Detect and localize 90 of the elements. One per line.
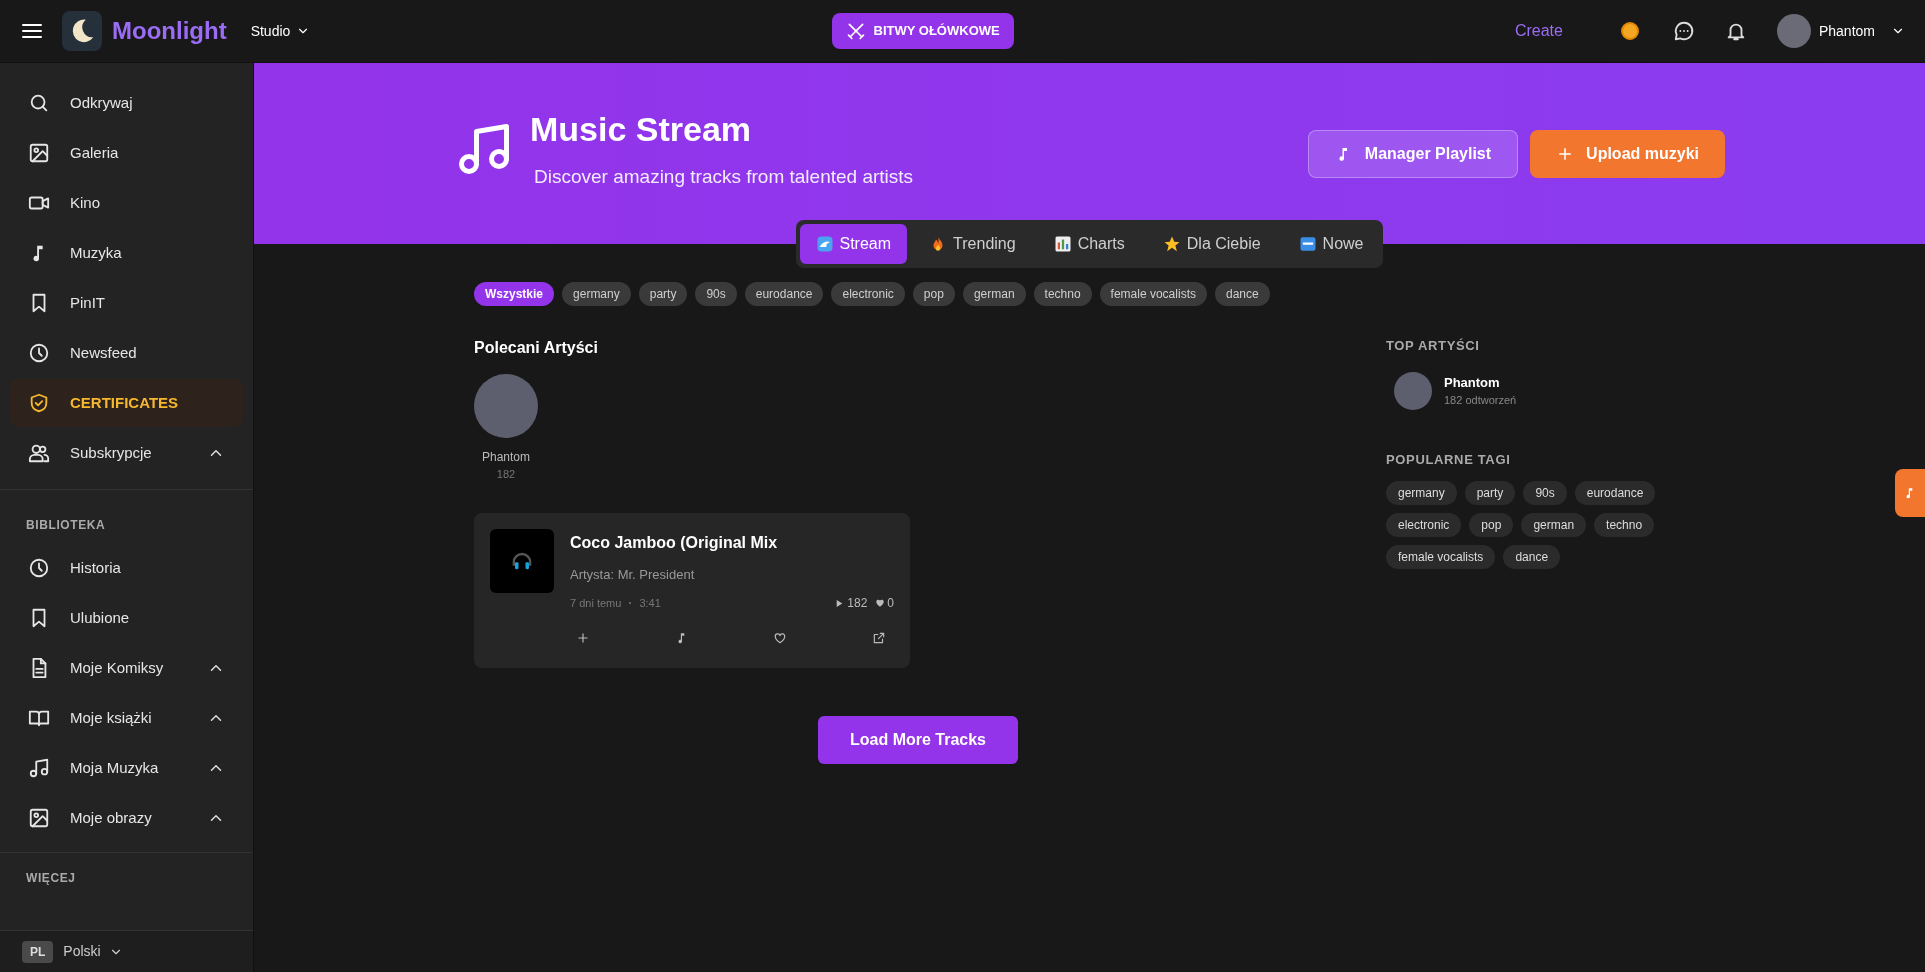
section-heading: BIBLIOTEKA <box>26 518 106 532</box>
crossed-swords-icon <box>845 21 866 41</box>
external-link-icon <box>871 631 886 645</box>
clock-icon <box>28 342 50 364</box>
filter-chip[interactable]: 90s <box>695 282 737 306</box>
sidebar-item[interactable]: Moje książki <box>10 694 243 742</box>
studio-menu[interactable]: Studio <box>250 20 311 42</box>
sidebar-item[interactable]: Moje Komiksy <box>10 644 243 692</box>
load-more-button[interactable]: Load More Tracks <box>817 716 1018 764</box>
tab[interactable]: Dla Ciebie <box>1146 224 1277 264</box>
language-code: PL <box>22 940 54 963</box>
sidebar-item[interactable]: PinIT <box>10 279 243 327</box>
filter-chip[interactable]: Wszystkie <box>474 282 555 306</box>
plus-icon <box>576 631 590 645</box>
sidebar-item[interactable]: Odkrywaj <box>10 79 243 127</box>
sidebar-item[interactable]: Ulubione <box>10 594 243 642</box>
page-subtitle: Discover amazing tracks from talented artists <box>534 165 915 189</box>
sidebar-item[interactable]: Moja Muzyka <box>10 744 243 792</box>
artist-name: Phantom <box>482 449 530 466</box>
tag-chip[interactable]: dance <box>1503 545 1561 569</box>
coin-icon[interactable] <box>1620 22 1639 40</box>
logo-icon <box>62 11 102 51</box>
sidebar-item[interactable]: Newsfeed <box>10 329 243 377</box>
section-heading: POPULARNE TAGI <box>1386 450 1512 469</box>
track-duration: 3:41 <box>639 595 661 611</box>
tag-chip[interactable]: germany <box>1386 481 1457 505</box>
tab[interactable]: Nowe <box>1282 224 1380 264</box>
users-icon <box>28 442 50 464</box>
section-heading: WIĘCEJ <box>26 871 76 885</box>
artist-name[interactable]: Phantom <box>1444 372 1517 392</box>
heart-icon <box>773 631 788 645</box>
sidebar-item[interactable]: Subskrypcje <box>10 429 243 477</box>
play-count: 182 <box>847 595 868 612</box>
new-badge-icon <box>1298 235 1317 253</box>
shield-check-icon <box>28 392 50 414</box>
bar-chart-icon <box>1053 235 1072 253</box>
heart-icon <box>875 598 886 608</box>
section-title: Polecani Artyści <box>474 338 599 358</box>
filter-chip[interactable]: female vocalists <box>1099 282 1207 306</box>
filter-chip[interactable]: pop <box>912 282 955 306</box>
language-selector[interactable]: Polski <box>63 941 123 962</box>
filter-chip[interactable]: party <box>638 282 688 306</box>
music-notes-icon <box>28 757 50 779</box>
artist-count: 182 <box>496 467 516 482</box>
sidebar-item[interactable]: Historia <box>10 544 243 592</box>
track-age: 7 dni temu <box>570 595 622 611</box>
chat-icon <box>1672 20 1695 42</box>
tag-chip[interactable]: german <box>1521 513 1587 537</box>
page-title: Music Stream <box>530 109 753 150</box>
play-icon <box>836 599 844 607</box>
section-heading: TOP ARTYŚCI <box>1386 337 1481 355</box>
tab[interactable]: Trending <box>913 224 1032 264</box>
sidebar-item[interactable]: Muzyka <box>10 229 243 277</box>
image-icon <box>28 807 50 829</box>
wave-icon <box>815 235 834 253</box>
avatar <box>1776 14 1811 48</box>
battle-button[interactable]: BITWY OŁÓWKOWE <box>831 13 1014 49</box>
sidebar-item[interactable]: CERTIFICATES <box>10 379 243 427</box>
tag-chip[interactable]: eurodance <box>1574 481 1656 505</box>
track-title[interactable]: Coco Jamboo (Original Mix <box>570 530 894 555</box>
tag-chip[interactable]: pop <box>1469 513 1514 537</box>
play-count: 182 odtworzeń <box>1444 393 1517 408</box>
filter-chip[interactable]: dance <box>1214 282 1270 306</box>
sidebar-item[interactable]: Kino <box>10 179 243 227</box>
logo-text[interactable]: Moonlight <box>112 13 227 49</box>
tab[interactable]: Charts <box>1037 224 1141 264</box>
sidebar-item[interactable]: Galeria <box>10 129 243 177</box>
playlist-button[interactable]: Manager Playlist <box>1307 130 1519 178</box>
track-artist: Artysta: Mr. President <box>570 565 696 584</box>
search-icon <box>28 92 50 114</box>
user-menu[interactable]: Phantom <box>1776 14 1905 48</box>
create-link[interactable]: Create <box>1514 19 1563 43</box>
sidebar-item[interactable]: Moje obrazy <box>10 794 243 842</box>
tag-chip[interactable]: techno <box>1594 513 1655 537</box>
artist-avatar[interactable] <box>1394 371 1432 410</box>
music-player-toggle[interactable] <box>1895 469 1925 517</box>
tag-chip[interactable]: 90s <box>1523 481 1567 505</box>
tab[interactable]: Stream <box>799 224 908 264</box>
filter-chip[interactable]: eurodance <box>744 282 824 306</box>
filter-chip[interactable]: germany <box>562 282 631 306</box>
filter-chip[interactable]: techno <box>1033 282 1092 306</box>
clock-icon <box>28 557 50 579</box>
image-icon <box>28 142 50 164</box>
tag-chip[interactable]: electronic <box>1386 513 1462 537</box>
tag-chip[interactable]: party <box>1464 481 1516 505</box>
filter-chip[interactable]: electronic <box>831 282 905 306</box>
star-icon <box>1162 235 1181 253</box>
like-count: 0 <box>887 595 894 612</box>
tag-chip[interactable]: female vocalists <box>1386 545 1496 569</box>
filter-chip[interactable]: german <box>962 282 1026 306</box>
